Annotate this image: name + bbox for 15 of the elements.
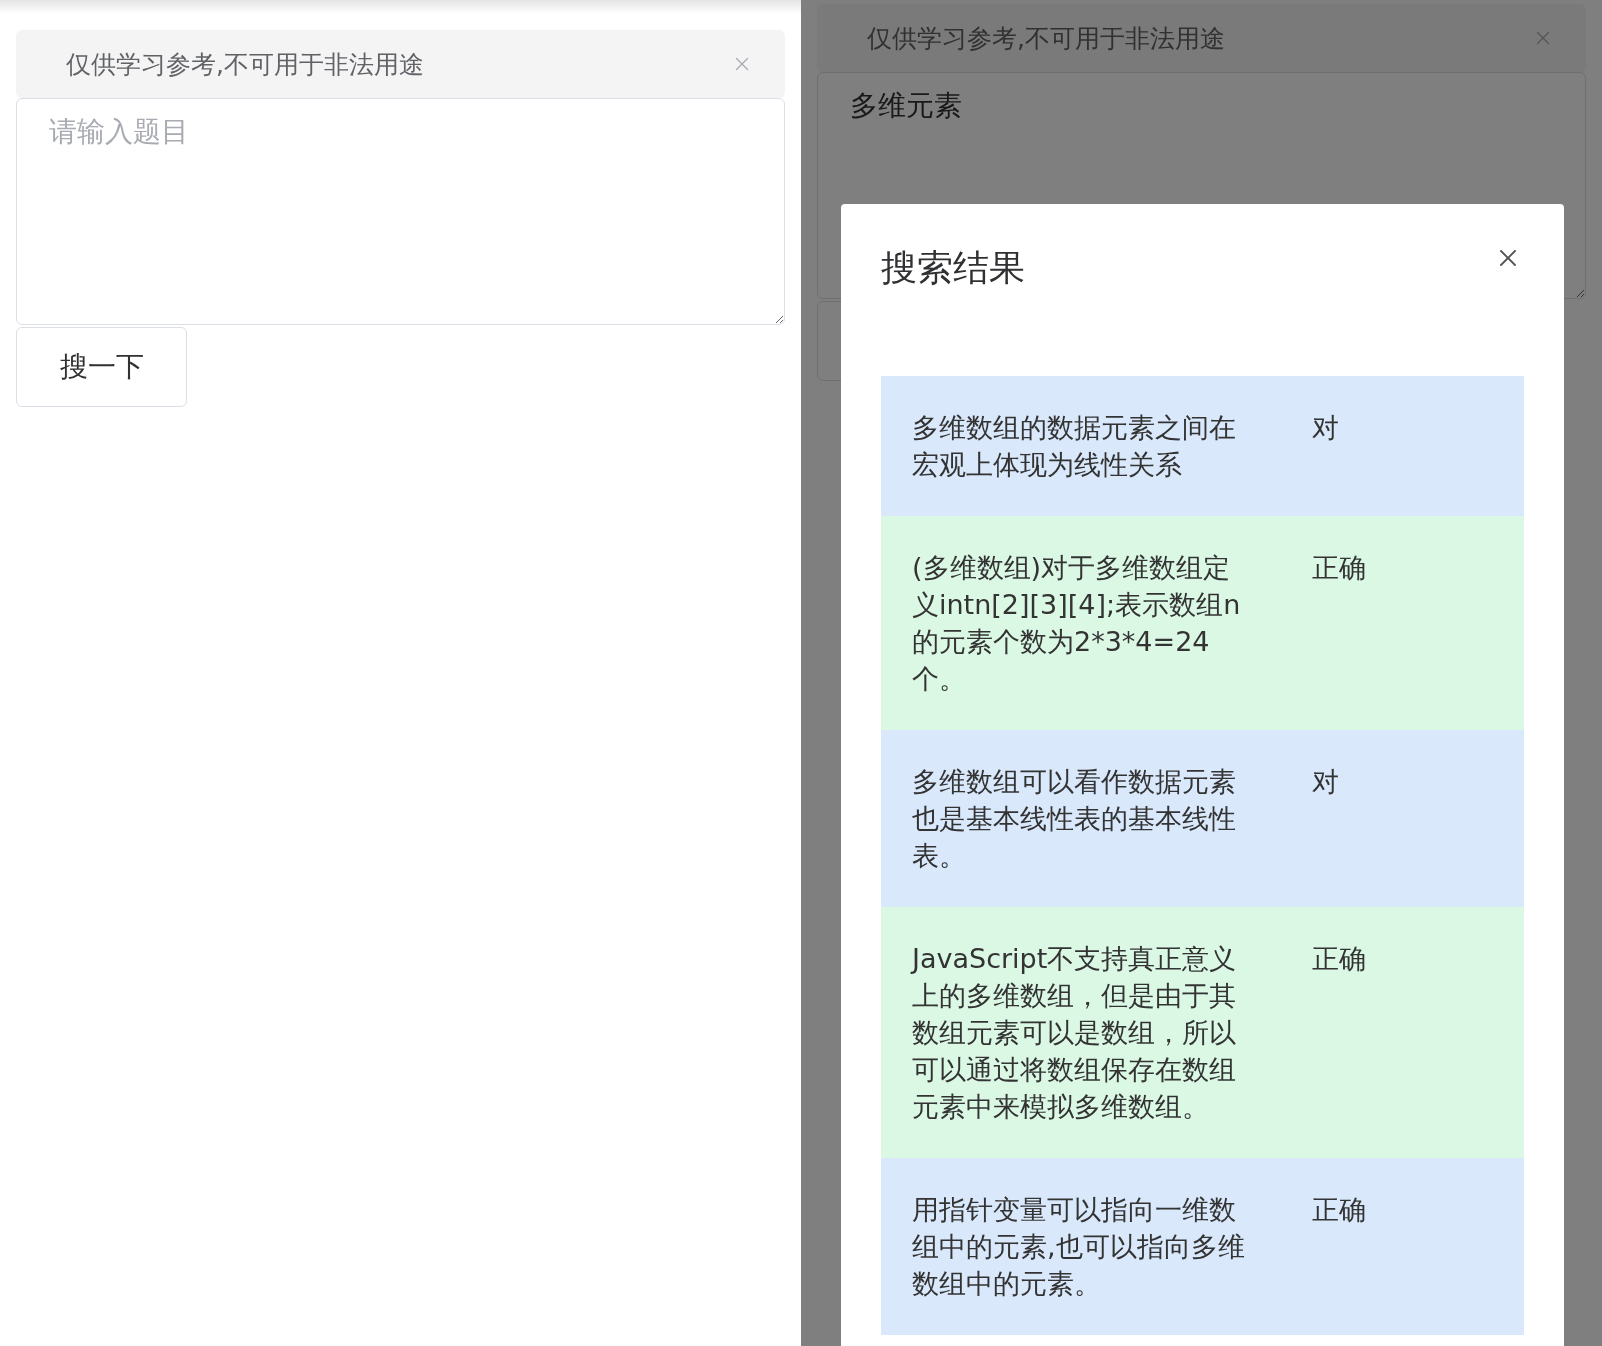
input-field[interactable]: 请输入题目 <box>16 98 785 325</box>
search-button[interactable]: 搜一下 <box>16 327 187 407</box>
notice-text: 仅供学习参考,不可用于非法用途 <box>867 22 1225 55</box>
notice-text: 仅供学习参考,不可用于非法用途 <box>66 48 424 81</box>
dialog-title: 搜索结果 <box>881 246 1025 290</box>
answer-cell-text: 正确 <box>1312 942 1367 976</box>
question-cell-text: JavaScript不支持真正意义上的多维数组，但是由于其数组元素可以是数组，所以可以通过将数组保存在数组元素中来模拟多维数组。 <box>912 942 1238 1124</box>
answer-cell-text: 对 <box>1312 411 1340 445</box>
question-cell-text: 多维数组的数据元素之间在宏观上体现为线性关系 <box>912 411 1237 482</box>
answer-cell-text: 对 <box>1312 765 1340 799</box>
answer-cell-text: 正确 <box>1312 551 1367 585</box>
question-cell-text: 用指针变量可以指向一维数组中的元素,也可以指向多维数组中的元素。 <box>912 1193 1246 1301</box>
answer-cell-text: 正确 <box>1312 1193 1367 1227</box>
question-cell-text: 多维数组可以看作数据元素也是基本线性表的基本线性表。 <box>912 765 1237 873</box>
question-cell-text: (多维数组)对于多维数组定义intn[2][3][4];表示数组n的元素个数为2*3*4=24个。 <box>912 551 1242 696</box>
